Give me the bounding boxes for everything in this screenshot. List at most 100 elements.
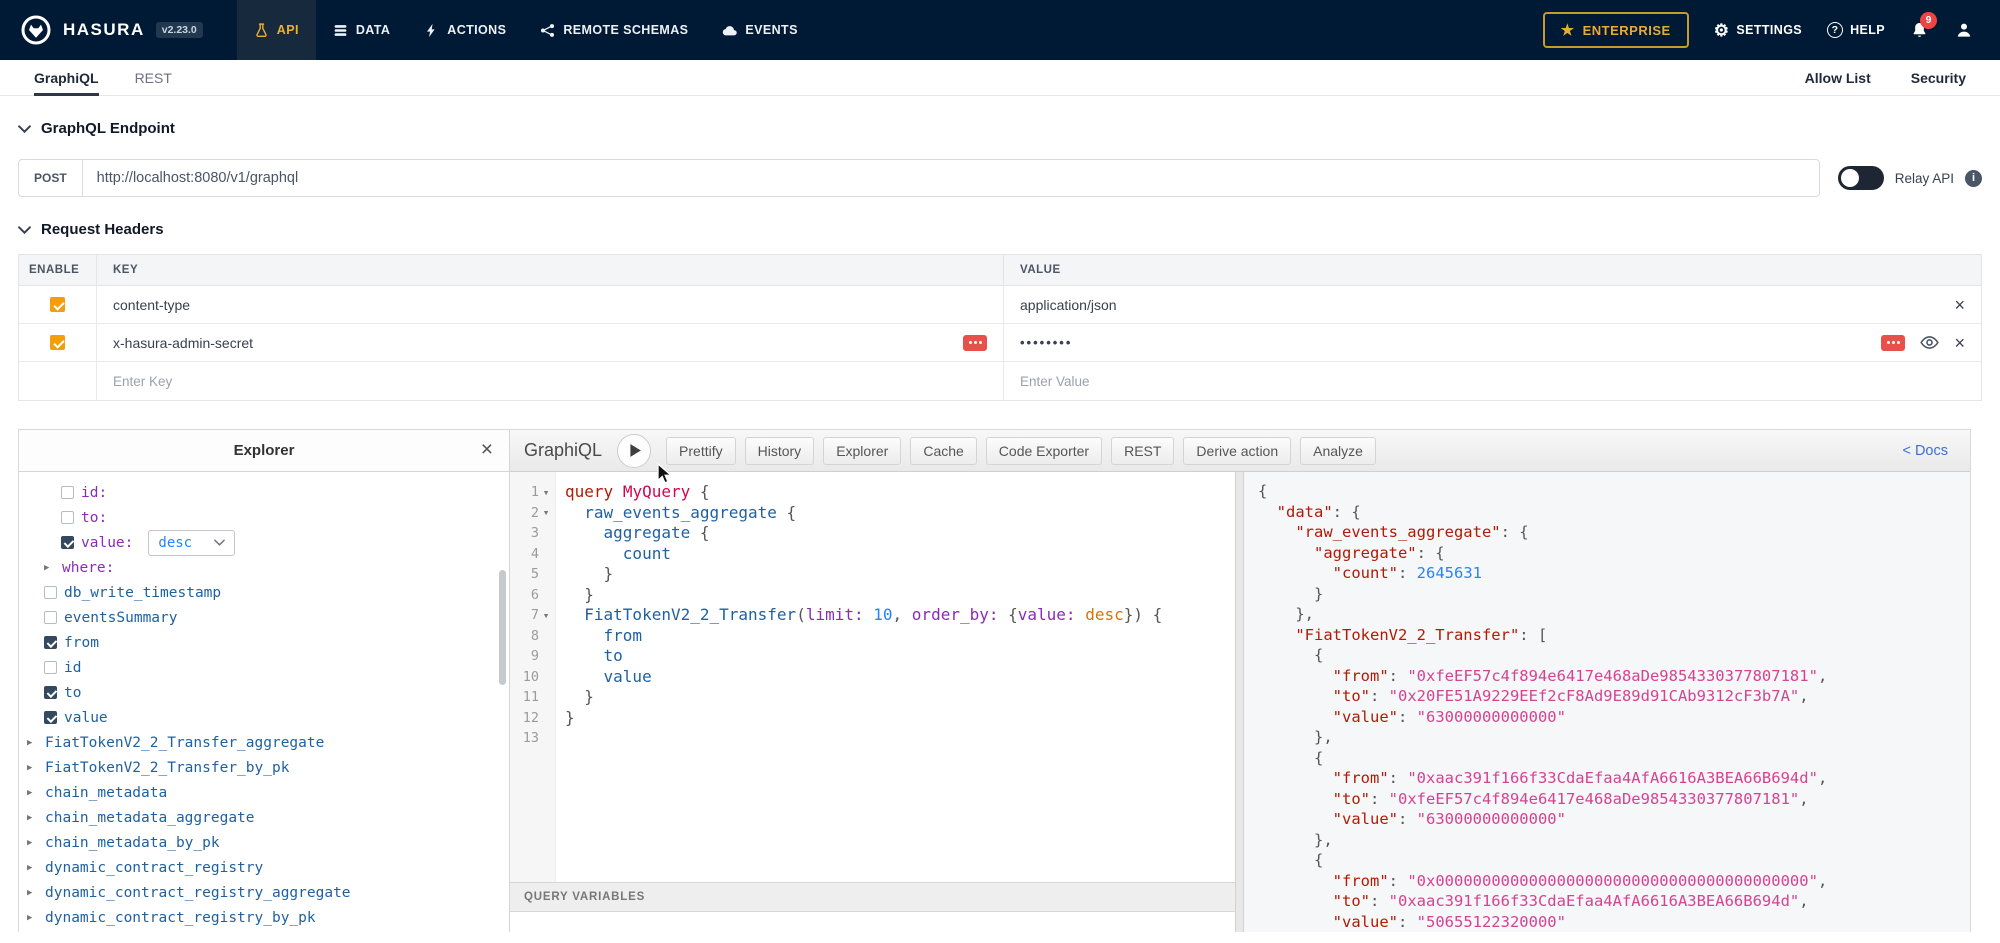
request-headers-toggle[interactable]: Request Headers [18,221,1982,238]
explorer-item-id[interactable]: id: [19,480,509,505]
expand-arrow-icon[interactable]: ▶ [27,863,38,873]
query-code[interactable]: query MyQuery { raw_events_aggregate { a… [556,472,1235,882]
expand-arrow-icon[interactable]: ▶ [27,738,38,748]
order-direction-select[interactable]: desc [148,530,235,556]
toolbar-button-analyze[interactable]: Analyze [1300,437,1376,465]
explorer-item-dynamic_contract_registry_aggregate[interactable]: ▶ dynamic_contract_registry_aggregate [19,880,509,905]
toolbar-button-explorer[interactable]: Explorer [823,437,901,465]
explorer-checkbox[interactable] [44,636,57,649]
nav-item-actions[interactable]: ACTIONS [407,0,523,60]
toolbar-button-code-exporter[interactable]: Code Exporter [986,437,1102,465]
header-enable-checkbox[interactable] [50,335,65,350]
explorer-checkbox[interactable] [61,486,74,499]
explorer-item-label[interactable]: id [64,660,81,676]
explorer-checkbox[interactable] [44,661,57,674]
enterprise-button[interactable]: ★ ENTERPRISE [1543,12,1689,48]
expand-arrow-icon[interactable]: ▶ [27,788,38,798]
fold-icon[interactable]: ▾ [539,486,553,499]
endpoint-url-input[interactable] [82,159,1820,197]
toolbar-button-derive-action[interactable]: Derive action [1183,437,1291,465]
explorer-item-to[interactable]: to: [19,505,509,530]
notifications-button[interactable]: 9 [1910,21,1929,40]
explorer-checkbox[interactable] [44,686,57,699]
explorer-item-FiatTokenV2_2_Transfer_aggregate[interactable]: ▶FiatTokenV2_2_Transfer_aggregate [19,730,509,755]
docs-link[interactable]: < Docs [1902,443,1948,459]
tab-rest[interactable]: REST [135,60,172,96]
hasura-logo[interactable]: HASURA v2.23.0 [20,14,203,46]
panel-resize-divider[interactable] [1235,472,1244,932]
explorer-item-db_write_timestamp[interactable]: db_write_timestamp [19,580,509,605]
link-allow-list[interactable]: Allow List [1805,70,1871,86]
explorer-item-label[interactable]: dynamic_contract_registry [45,860,263,876]
nav-item-api[interactable]: API [237,0,316,60]
info-icon[interactable]: i [1965,170,1982,187]
explorer-checkbox[interactable] [61,511,74,524]
header-value-cell[interactable]: application/json× [1004,286,1981,323]
explorer-item-label[interactable]: id: [81,485,107,501]
explorer-item-label[interactable]: dynamic_contract_registry_by_pk [45,910,316,926]
nav-item-events[interactable]: EVENTS [705,0,814,60]
explorer-item-dynamic_contract_registry_by_pk[interactable]: ▶ dynamic_contract_registry_by_pk [19,905,509,930]
explorer-item-eventsSummary[interactable]: eventsSummary [19,605,509,630]
nav-item-remote-schemas[interactable]: REMOTE SCHEMAS [523,0,705,60]
explorer-item-label[interactable]: chain_metadata [45,785,167,801]
expand-arrow-icon[interactable]: ▶ [27,888,38,898]
explorer-scrollbar[interactable] [499,570,506,685]
admin-secret-icon[interactable] [1881,335,1905,351]
explorer-item-label[interactable]: value: [81,535,133,551]
explorer-item-label[interactable]: where: [62,560,114,576]
query-variables-header[interactable]: QUERY VARIABLES [510,882,1235,912]
explorer-item-where[interactable]: ▶ where: [19,555,509,580]
explorer-item-id[interactable]: id [19,655,509,680]
tab-graphiql[interactable]: GraphiQL [34,60,99,96]
explorer-item-chain_metadata[interactable]: ▶ chain_metadata [19,780,509,805]
eye-icon[interactable] [1920,333,1939,352]
expand-arrow-icon[interactable]: ▶ [27,763,38,773]
explorer-checkbox[interactable] [61,536,74,549]
expand-arrow-icon[interactable]: ▶ [27,813,38,823]
nav-item-data[interactable]: DATA [316,0,407,60]
toolbar-button-history[interactable]: History [745,437,815,465]
header-value-cell[interactable]: ••••••••× [1004,324,1981,361]
settings-button[interactable]: ⚙ SETTINGS [1714,22,1802,39]
explorer-checkbox[interactable] [44,611,57,624]
explorer-item-value[interactable]: value [19,705,509,730]
explorer-item-label[interactable]: chain_metadata_by_pk [45,835,220,851]
header-key-cell[interactable]: content-type [97,286,1004,323]
explorer-item-label[interactable]: db_write_timestamp [64,585,221,601]
link-security[interactable]: Security [1911,70,1966,86]
explorer-checkbox[interactable] [44,711,57,724]
remove-header-icon[interactable]: × [1954,334,1965,352]
explorer-item-chain_metadata_aggregate[interactable]: ▶ chain_metadata_aggregate [19,805,509,830]
header-key-cell[interactable]: x-hasura-admin-secret [97,324,1004,361]
relay-api-toggle[interactable] [1838,166,1884,190]
explorer-item-label[interactable]: FiatTokenV2_2_Transfer_by_pk [45,760,289,776]
explorer-item-label[interactable]: from [64,635,99,651]
explorer-item-to[interactable]: to [19,680,509,705]
header-enable-checkbox[interactable] [50,297,65,312]
fold-icon[interactable]: ▾ [539,506,553,519]
explorer-item-chain_metadata_by_pk[interactable]: ▶chain_metadata_by_pk [19,830,509,855]
explorer-checkbox[interactable] [44,586,57,599]
new-header-key-cell[interactable]: Enter Key [97,362,1004,400]
explorer-item-FiatTokenV2_2_Transfer_by_pk[interactable]: ▶ FiatTokenV2_2_Transfer_by_pk [19,755,509,780]
toolbar-button-rest[interactable]: REST [1111,437,1174,465]
expand-arrow-icon[interactable]: ▶ [27,913,38,923]
toolbar-button-cache[interactable]: Cache [910,437,976,465]
explorer-item-label[interactable]: to: [81,510,107,526]
endpoint-section-toggle[interactable]: GraphQL Endpoint [18,120,1982,137]
remove-header-icon[interactable]: × [1954,296,1965,314]
explorer-item-label[interactable]: to [64,685,81,701]
explorer-item-label[interactable]: chain_metadata_aggregate [45,810,255,826]
query-variables-editor[interactable] [510,912,1235,932]
execute-query-button[interactable] [617,434,651,468]
new-header-value-cell[interactable]: Enter Value [1004,362,1981,400]
explorer-item-dynamic_contract_registry[interactable]: ▶ dynamic_contract_registry [19,855,509,880]
toolbar-button-prettify[interactable]: Prettify [666,437,736,465]
explorer-item-label[interactable]: dynamic_contract_registry_aggregate [45,885,351,901]
admin-secret-icon[interactable] [963,335,987,351]
fold-icon[interactable]: ▾ [539,609,553,622]
explorer-item-value[interactable]: value: desc [19,530,509,555]
explorer-item-label[interactable]: value [64,710,108,726]
expand-arrow-icon[interactable]: ▶ [44,563,55,573]
